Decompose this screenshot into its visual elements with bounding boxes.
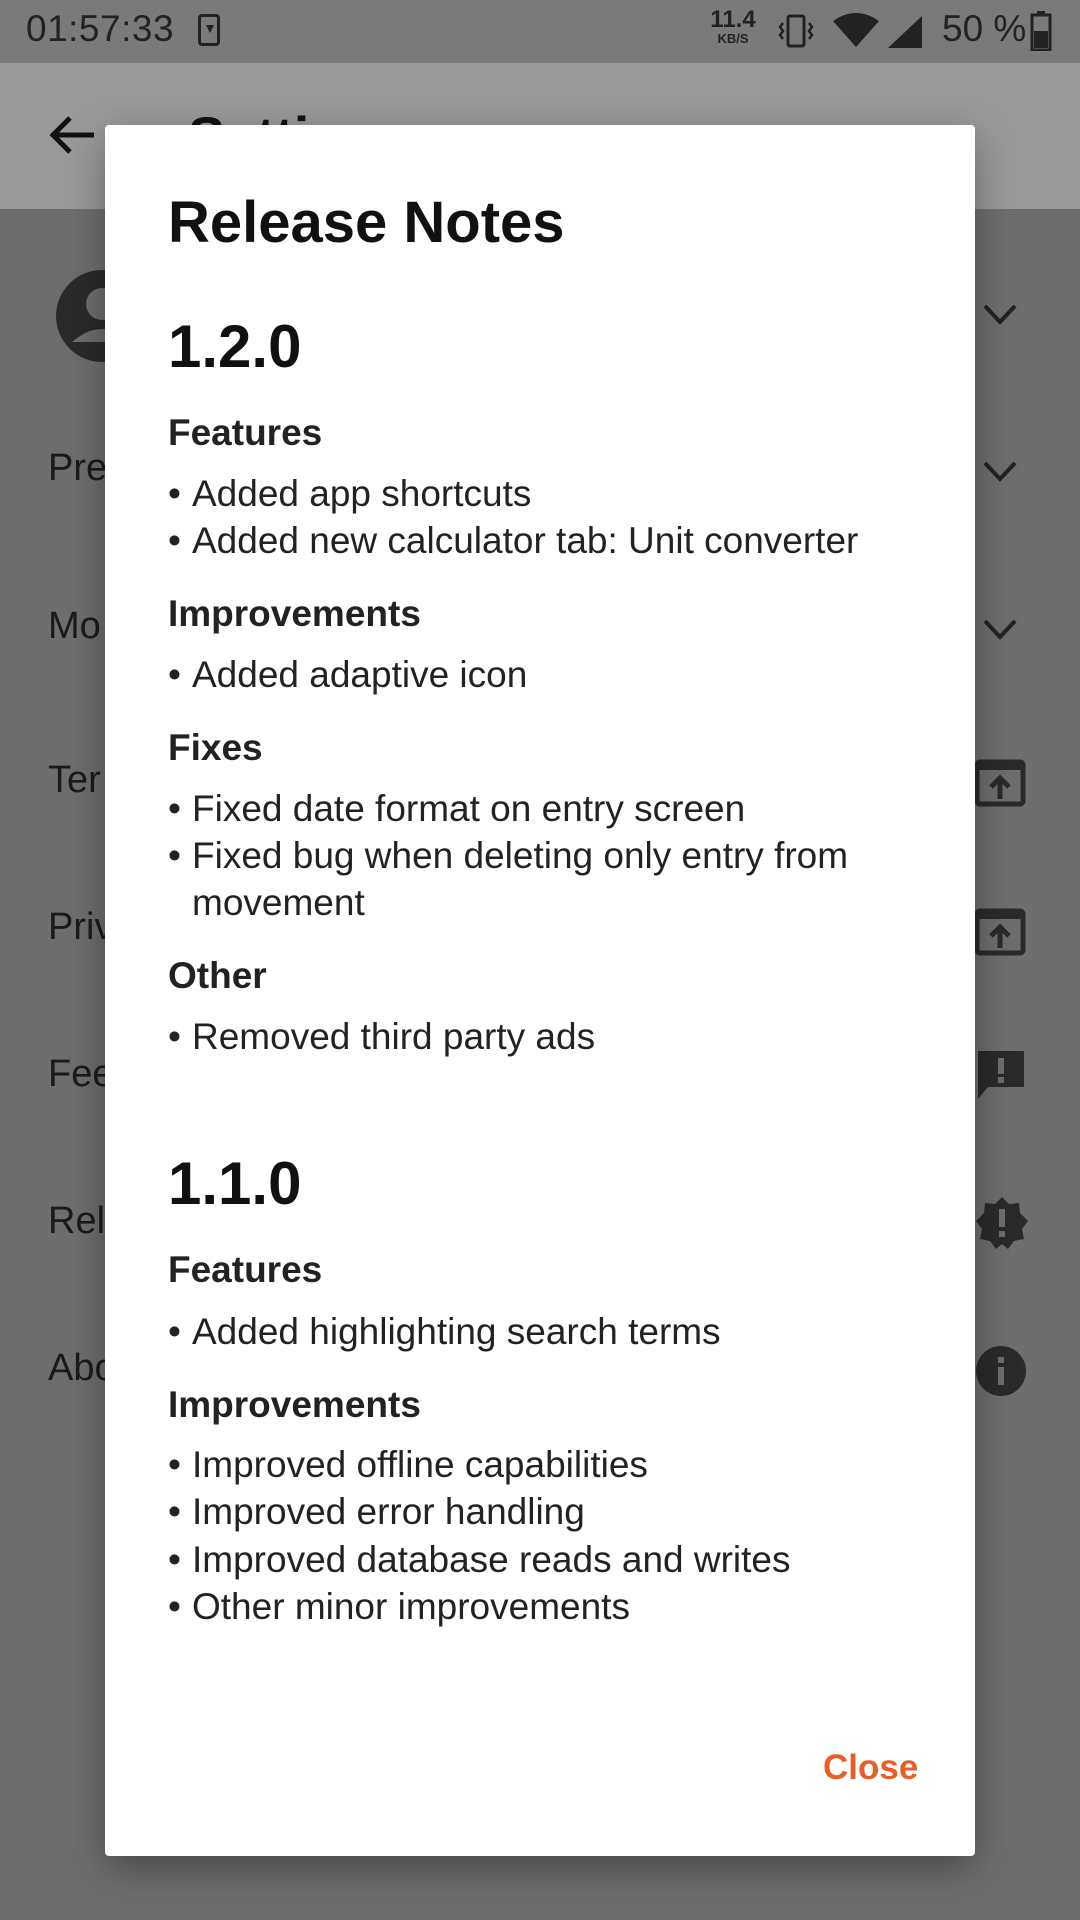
settings-item-label[interactable]: Ter bbox=[48, 759, 101, 802]
release-notes-dialog: Release Notes 1.2.0 Features • Added app … bbox=[105, 125, 975, 1856]
network-speed-unit: KB/S bbox=[717, 31, 749, 46]
cellular-signal-icon bbox=[888, 16, 922, 48]
release-note-item: • Added adaptive icon bbox=[168, 654, 528, 695]
battery-percent: 50 % bbox=[942, 8, 1027, 49]
settings-item-label[interactable]: Mo bbox=[48, 605, 101, 648]
screen: 01:57:33 11.4 KB/S 50 % Setti bbox=[0, 0, 1080, 1920]
release-note-item: • Improved error handling bbox=[168, 1491, 585, 1532]
settings-item-label[interactable]: Priv bbox=[48, 906, 113, 949]
release-note-item: • Fixed date format on entry screen bbox=[168, 788, 746, 829]
back-arrow-icon[interactable] bbox=[48, 110, 98, 160]
release-note-item: • Added app shortcuts bbox=[168, 473, 532, 514]
release-note-item: • Fixed bug when deleting only entry from… bbox=[168, 835, 849, 923]
feedback-icon[interactable] bbox=[974, 1047, 1028, 1103]
section-heading: Features bbox=[168, 412, 323, 453]
status-time: 01:57:33 bbox=[26, 8, 175, 49]
chevron-down-icon[interactable] bbox=[980, 615, 1020, 645]
close-button[interactable]: Close bbox=[823, 1748, 918, 1788]
settings-item-label[interactable]: Fee bbox=[48, 1053, 113, 1096]
release-note-item: • Other minor improvements bbox=[168, 1586, 630, 1627]
settings-item-label[interactable]: Pre bbox=[48, 447, 107, 490]
network-speed-value: 11.4 bbox=[710, 6, 756, 33]
new-releases-icon[interactable] bbox=[974, 1195, 1030, 1251]
info-icon[interactable] bbox=[974, 1344, 1028, 1398]
version-heading: 1.2.0 bbox=[168, 313, 302, 380]
wifi-icon bbox=[833, 13, 879, 47]
battery-icon bbox=[1030, 11, 1052, 51]
vibrate-icon bbox=[778, 14, 814, 48]
open-in-new-icon[interactable] bbox=[974, 759, 1026, 807]
section-heading: Improvements bbox=[168, 593, 421, 634]
download-notification-icon bbox=[198, 14, 220, 46]
chevron-down-icon[interactable] bbox=[980, 300, 1020, 330]
release-note-item: • Added highlighting search terms bbox=[168, 1311, 721, 1352]
settings-item-label[interactable]: Rel bbox=[48, 1200, 105, 1243]
section-heading: Features bbox=[168, 1249, 323, 1290]
dialog-title: Release Notes bbox=[168, 190, 565, 255]
status-bar: 01:57:33 11.4 KB/S 50 % bbox=[0, 0, 1080, 63]
network-speed: 11.4 KB/S bbox=[706, 6, 760, 46]
release-note-item: • Removed third party ads bbox=[168, 1016, 596, 1057]
version-heading: 1.1.0 bbox=[168, 1150, 302, 1217]
open-in-new-icon[interactable] bbox=[974, 908, 1026, 956]
release-note-item: • Improved offline capabilities bbox=[168, 1444, 648, 1485]
section-heading: Fixes bbox=[168, 727, 263, 768]
section-heading: Other bbox=[168, 955, 267, 996]
release-note-item: • Improved database reads and writes bbox=[168, 1539, 791, 1580]
chevron-down-icon[interactable] bbox=[980, 457, 1020, 487]
section-heading: Improvements bbox=[168, 1384, 421, 1425]
release-note-item: • Added new calculator tab: Unit converte… bbox=[168, 520, 859, 561]
